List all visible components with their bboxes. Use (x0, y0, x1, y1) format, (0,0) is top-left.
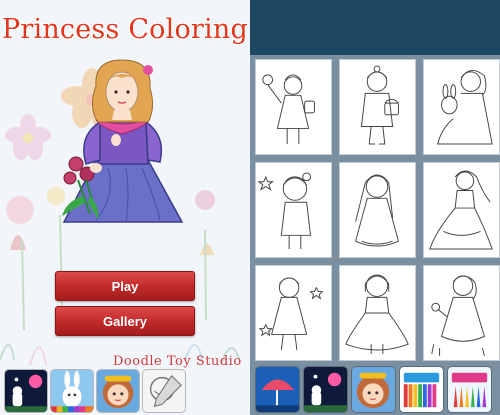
studio-credit: Doodle Toy Studio (113, 354, 242, 369)
gallery-item-girl-long-hair[interactable] (339, 162, 416, 258)
girl-face-icon[interactable] (351, 366, 396, 413)
gallery-item-girl-in-dress[interactable] (339, 265, 416, 361)
play-button[interactable]: Play (55, 271, 195, 301)
gallery-item-girl-with-flowers[interactable] (423, 265, 500, 361)
crayons-icon[interactable] (399, 366, 444, 413)
app-title: Princess Coloring (2, 14, 248, 45)
night-garden-icon[interactable] (4, 369, 48, 413)
gallery-top-bar (250, 0, 500, 55)
night-garden-icon[interactable] (303, 366, 348, 413)
girl-face-icon[interactable] (96, 369, 140, 413)
app-dock-left (4, 369, 186, 413)
title-screen: Princess Coloring Play Gallery Doodle To… (0, 0, 250, 415)
app-dock-right (255, 366, 492, 413)
gallery-item-girl-with-star[interactable] (255, 162, 332, 258)
umbrella-icon[interactable] (255, 366, 300, 413)
princess-illustration (62, 59, 184, 223)
gallery-item-girl-with-balloon[interactable] (255, 59, 332, 155)
bunny-paint-icon[interactable] (50, 369, 94, 413)
gallery-item-girl-with-bunny[interactable] (423, 59, 500, 155)
sketch-icon[interactable] (142, 369, 186, 413)
gallery-item-princess-gown[interactable] (423, 162, 500, 258)
gallery-grid (255, 59, 500, 361)
gallery-screen (250, 0, 500, 415)
gallery-button[interactable]: Gallery (55, 306, 195, 336)
coloring-pencils-icon[interactable] (447, 366, 492, 413)
gallery-item-girl-with-stars[interactable] (255, 265, 332, 361)
gallery-item-girl-with-basket[interactable] (339, 59, 416, 155)
